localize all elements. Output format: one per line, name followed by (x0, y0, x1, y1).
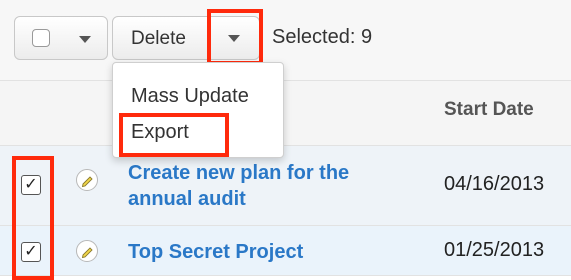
table-row: ✓ Top Secret Project 01/25/2013 (0, 226, 571, 276)
row-name-link[interactable]: Top Secret Project (128, 239, 303, 265)
table-row: ✓ Create new plan for the annual audit 0… (0, 146, 571, 226)
actions-dropdown-menu: Mass Update Export (112, 62, 284, 158)
selected-count: Selected: 9 (272, 26, 373, 48)
row-start-date: 01/25/2013 (444, 239, 545, 261)
highlight-box-row-checkboxes (12, 156, 54, 280)
row-start-date: 04/16/2013 (444, 173, 545, 195)
edit-pencil-icon[interactable] (76, 169, 98, 191)
highlight-box-actions-caret (207, 9, 263, 65)
highlight-box-export (119, 113, 229, 157)
column-header-start-date[interactable]: Start Date (444, 99, 534, 121)
select-all-dropdown[interactable] (14, 16, 108, 60)
row-name-link[interactable]: Create new plan for the annual audit (128, 160, 408, 212)
edit-pencil-icon[interactable] (76, 240, 98, 262)
delete-button[interactable]: Delete (131, 28, 186, 50)
menu-item-mass-update[interactable]: Mass Update (131, 85, 249, 108)
chevron-down-icon[interactable] (79, 36, 91, 43)
select-all-checkbox[interactable] (32, 29, 50, 47)
toolbar: Delete Selected: 9 (0, 0, 571, 80)
pencil-icon (81, 247, 93, 259)
table-header: Start Date (0, 80, 571, 146)
pencil-icon (81, 176, 93, 188)
